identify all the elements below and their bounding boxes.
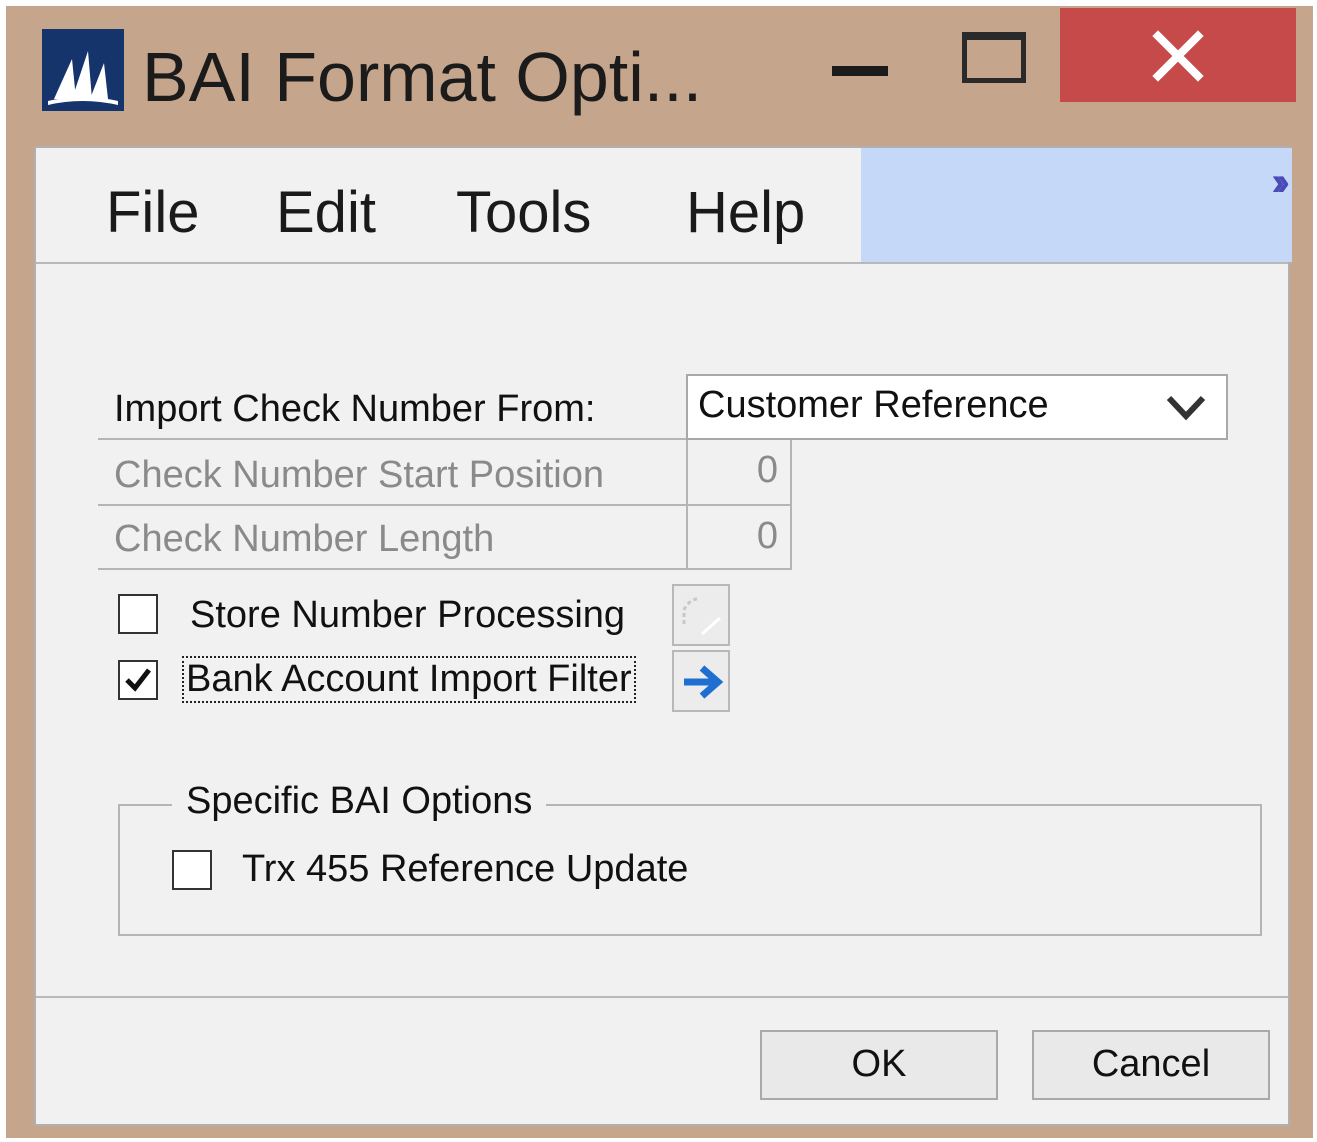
- menu-file[interactable]: File: [106, 178, 199, 248]
- maximize-icon: [962, 32, 1026, 83]
- menu-edit[interactable]: Edit: [276, 178, 376, 248]
- footer-divider: [36, 996, 1288, 998]
- row-divider: [98, 568, 792, 570]
- dropdown-selected-value: Customer Reference: [698, 384, 1049, 426]
- check-number-length-label: Check Number Length: [114, 518, 495, 560]
- window-title: BAI Format Opti...: [142, 38, 703, 116]
- ok-button[interactable]: OK: [760, 1030, 998, 1100]
- bank-account-import-filter-checkbox[interactable]: [118, 660, 158, 700]
- close-button[interactable]: [1060, 8, 1296, 102]
- dialog-client-area: ›› File Edit Tools Help Import Check Num…: [34, 146, 1292, 1126]
- bai-format-options-window: BAI Format Opti... ›› File Edit Tools He…: [6, 6, 1313, 1138]
- cancel-button[interactable]: Cancel: [1032, 1030, 1270, 1100]
- disabled-expansion-icon: [682, 596, 721, 636]
- app-logo-icon: [42, 29, 124, 111]
- store-number-lookup-button[interactable]: [672, 584, 730, 646]
- menu-tools[interactable]: Tools: [456, 178, 591, 248]
- import-check-number-label: Import Check Number From:: [114, 388, 596, 430]
- maximize-button[interactable]: [946, 24, 1036, 108]
- bank-account-filter-expand-button[interactable]: [672, 650, 730, 712]
- row-divider: [98, 438, 686, 440]
- store-number-processing-checkbox[interactable]: [118, 594, 158, 634]
- chevron-down-icon: [1166, 395, 1206, 421]
- check-number-start-position-field[interactable]: 0: [686, 440, 792, 504]
- minimize-icon: [832, 66, 888, 76]
- trx-455-reference-update-label[interactable]: Trx 455 Reference Update: [242, 848, 688, 891]
- store-number-processing-label[interactable]: Store Number Processing: [190, 594, 625, 637]
- chevron-double-right-icon[interactable]: ››: [1271, 160, 1289, 205]
- menu-bar-highlight: ››: [861, 148, 1292, 262]
- checkmark-icon: [125, 668, 151, 692]
- check-number-start-position-label: Check Number Start Position: [114, 454, 604, 496]
- close-icon: [1152, 30, 1204, 82]
- menu-help[interactable]: Help: [686, 178, 805, 248]
- trx-455-reference-update-checkbox[interactable]: [172, 850, 212, 890]
- import-check-number-dropdown[interactable]: Customer Reference: [686, 374, 1228, 440]
- arrow-right-icon: [684, 665, 724, 699]
- check-number-length-field[interactable]: 0: [686, 506, 792, 570]
- menu-bar: ›› File Edit Tools Help: [36, 148, 1292, 264]
- bank-account-import-filter-label[interactable]: Bank Account Import Filter: [182, 656, 636, 703]
- specific-bai-options-title: Specific BAI Options: [172, 780, 547, 823]
- minimize-button[interactable]: [816, 24, 906, 108]
